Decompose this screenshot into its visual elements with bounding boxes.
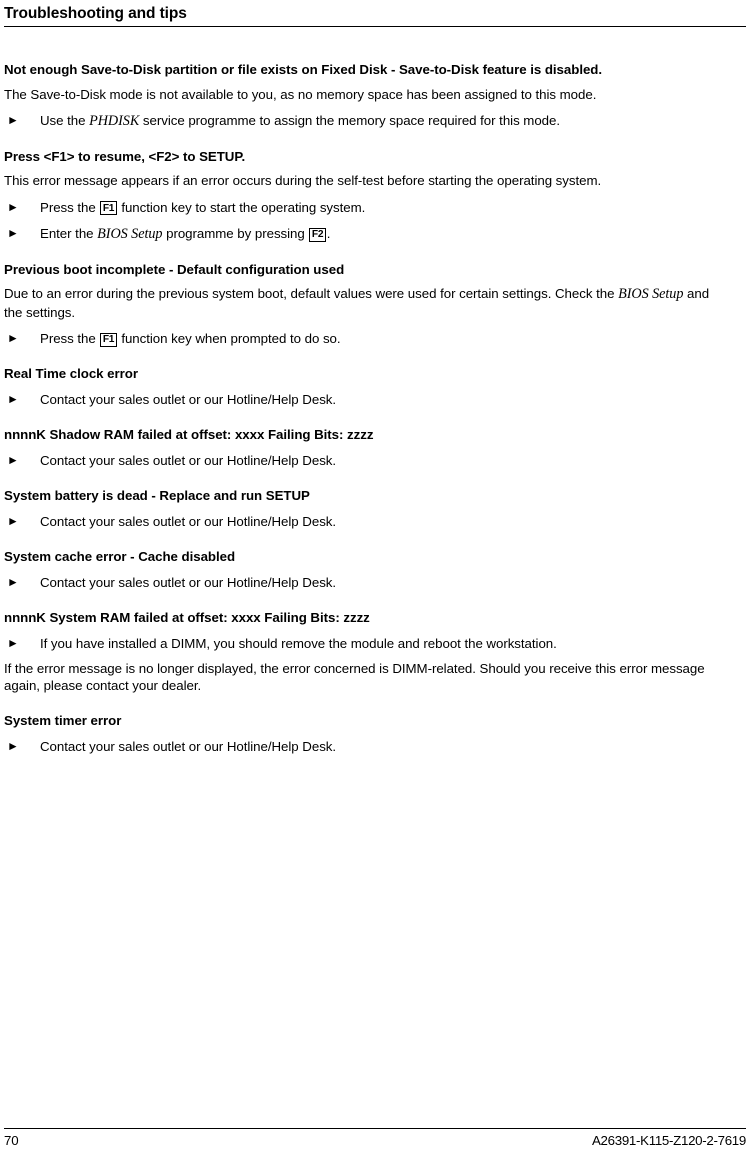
action-step: ► Contact your sales outlet or our Hotlin… xyxy=(4,391,710,409)
document-id: A26391-K115-Z120-2-7619 xyxy=(591,1133,746,1148)
step-emphasis: BIOS Setup xyxy=(97,226,163,242)
step-text: Contact your sales outlet or our Hotline… xyxy=(40,575,337,590)
action-step: ► Enter the BIOS Setup programme by press… xyxy=(4,225,710,244)
bullet-arrow-icon: ► xyxy=(7,575,19,589)
function-key-glyph: F1 xyxy=(100,201,117,215)
error-message-heading: nnnnK System RAM failed at offset: xxxx … xyxy=(4,609,370,625)
error-message-heading: Press <F1> to resume, <F2> to SETUP. xyxy=(4,148,246,164)
bullet-arrow-icon: ► xyxy=(7,331,19,345)
step-text: Contact your sales outlet or our Hotline… xyxy=(40,392,337,407)
step-text-pre: Press the xyxy=(40,199,100,215)
action-step: ► If you have installed a DIMM, you shoul… xyxy=(4,635,710,653)
error-message-heading: Not enough Save-to-Disk partition or fil… xyxy=(4,62,603,77)
error-message-heading: nnnnK Shadow RAM failed at offset: xxxx … xyxy=(4,426,374,442)
bullet-arrow-icon: ► xyxy=(7,226,19,240)
step-text-post: function key when prompted to do so. xyxy=(117,331,341,346)
step-text: Contact your sales outlet or our Hotline… xyxy=(40,453,337,468)
action-step: ► Contact your sales outlet or our Hotlin… xyxy=(4,738,710,756)
step-text: If you have installed a DIMM, you should… xyxy=(40,636,557,651)
error-message-heading: System cache error - Cache disabled xyxy=(4,548,236,564)
document-page: Troubleshooting and tips Not enough Save… xyxy=(0,0,750,1155)
step-text-post: service programme to assign the memory s… xyxy=(139,113,561,128)
action-step: ► Press the F1 function key to start the … xyxy=(4,199,710,217)
bullet-arrow-icon: ► xyxy=(7,453,19,467)
bullet-arrow-icon: ► xyxy=(7,199,19,214)
step-text-post: . xyxy=(326,226,331,241)
step-text-pre: Enter the xyxy=(40,226,98,241)
step-text: Contact your sales outlet or our Hotline… xyxy=(40,514,337,529)
error-description: This error message appears if an error o… xyxy=(4,173,602,188)
error-description: If the error message is no longer displa… xyxy=(4,660,705,694)
error-message-heading: System battery is dead - Replace and run… xyxy=(4,487,310,503)
action-step: ► Use the PHDISK service programme to ass… xyxy=(4,112,710,131)
bullet-arrow-icon: ► xyxy=(7,739,19,753)
description-emphasis: BIOS Setup xyxy=(618,286,684,302)
description-text-pre: Due to an error during the previous syst… xyxy=(4,286,619,301)
bullet-arrow-icon: ► xyxy=(7,636,19,650)
bullet-arrow-icon: ► xyxy=(7,392,19,406)
step-text: Contact your sales outlet or our Hotline… xyxy=(40,739,337,754)
action-step: ► Contact your sales outlet or our Hotlin… xyxy=(4,574,710,592)
page-title: Troubleshooting and tips xyxy=(4,5,187,22)
bullet-arrow-icon: ► xyxy=(7,113,19,127)
page-header: Troubleshooting and tips xyxy=(4,4,746,27)
error-message-heading: Real Time clock error xyxy=(4,365,138,381)
error-message-heading: Previous boot incomplete - Default confi… xyxy=(4,261,345,277)
page-number: 70 xyxy=(4,1133,19,1148)
function-key-glyph: F1 xyxy=(100,332,117,347)
step-text-mid: programme by pressing xyxy=(162,226,309,241)
page-content: Not enough Save-to-Disk partition or fil… xyxy=(4,62,710,756)
page-footer: 70 A26391-K115-Z120-2-7619 xyxy=(4,1128,746,1149)
step-text-pre: Press the xyxy=(40,331,100,346)
bullet-arrow-icon: ► xyxy=(7,514,19,528)
footer-row: 70 A26391-K115-Z120-2-7619 xyxy=(4,1129,746,1149)
step-text-post: function key to start the operating syst… xyxy=(117,199,366,215)
error-message-heading: System timer error xyxy=(4,712,122,728)
step-text-pre: Use the xyxy=(40,113,90,128)
function-key-glyph: F2 xyxy=(309,227,326,242)
action-step: ► Contact your sales outlet or our Hotlin… xyxy=(4,452,710,470)
error-description: Due to an error during the previous syst… xyxy=(4,285,710,321)
header-divider xyxy=(4,26,746,27)
error-description: The Save-to-Disk mode is not available t… xyxy=(4,86,597,102)
action-step: ► Press the F1 function key when prompted… xyxy=(4,330,710,348)
action-step: ► Contact your sales outlet or our Hotlin… xyxy=(4,513,710,531)
step-emphasis: PHDISK xyxy=(89,113,140,129)
